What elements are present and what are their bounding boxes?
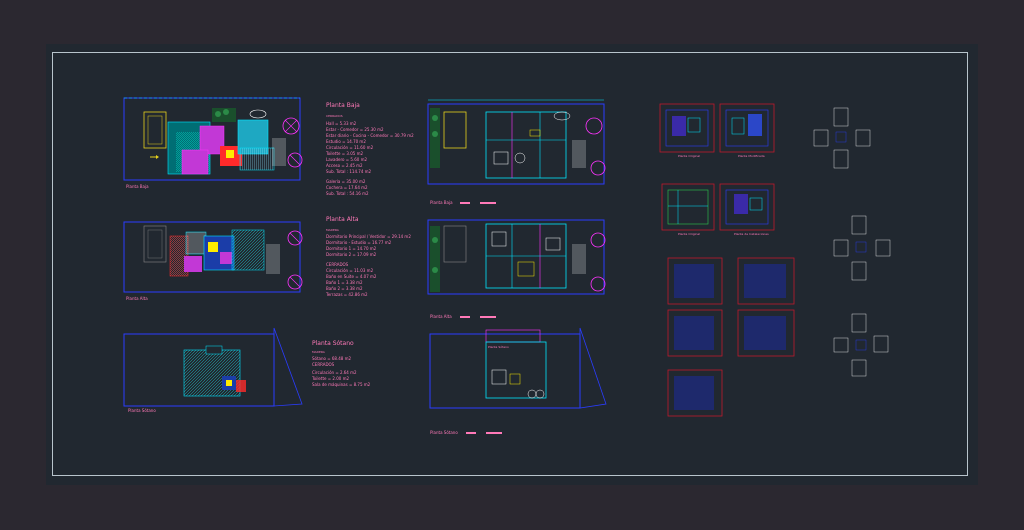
detail-crosses-drawing (813, 107, 891, 377)
cross-1 (813, 107, 871, 169)
cross-3 (833, 313, 889, 377)
cross-2 (833, 215, 891, 281)
